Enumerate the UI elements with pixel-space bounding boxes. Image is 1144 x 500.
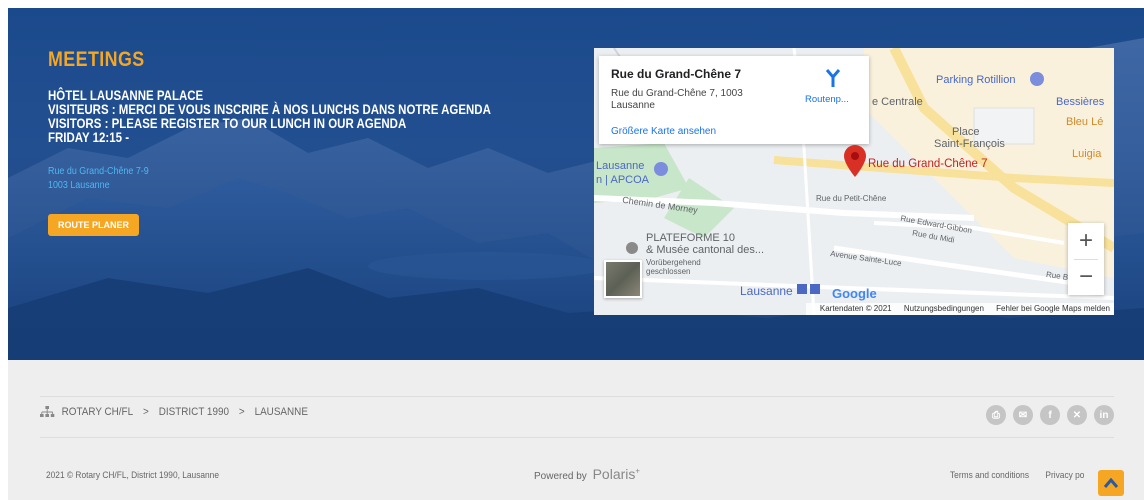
chevron-up-icon xyxy=(1104,478,1118,488)
social-links: ⎙ ✉ f ✕ in xyxy=(979,405,1114,425)
map-label-petit-chene: Rue du Petit-Chêne xyxy=(816,194,887,203)
top-border xyxy=(0,0,1144,8)
meetings-info: MEETINGS HÔTEL LAUSANNE PALACE VISITEURS… xyxy=(48,48,588,236)
email-icon[interactable]: ✉ xyxy=(1013,405,1033,425)
meetings-section: MEETINGS HÔTEL LAUSANNE PALACE VISITEURS… xyxy=(8,8,1144,360)
map-label-apcoa: n | APCOA xyxy=(596,174,649,186)
footer-divider-bottom xyxy=(40,437,1114,438)
google-logo: Google xyxy=(832,286,877,301)
page-footer: ROTARY CH/FL > DISTRICT 1990 > LAUSANNE … xyxy=(0,360,1144,500)
map-label-saint-francois: Saint-François xyxy=(934,138,1005,150)
legal-links: Terms and conditions Privacy po xyxy=(950,470,1099,481)
route-planer-button[interactable]: ROUTE PLANER xyxy=(48,214,140,236)
map-label-centrale: e Centrale xyxy=(872,96,923,108)
parking-icon xyxy=(1030,72,1044,86)
facebook-icon[interactable]: f xyxy=(1040,405,1060,425)
polaris-sup: + xyxy=(635,466,641,476)
meeting-address: Rue du Grand-Chêne 7-9 1003 Lausanne xyxy=(48,164,588,192)
map-label-place: Place xyxy=(952,126,980,138)
map-label-parking: Parking Rotillion xyxy=(936,74,1016,86)
address-city: 1003 Lausanne xyxy=(48,179,110,191)
map-attribution: Kartendaten © 2021 Nutzungsbedingungen F… xyxy=(805,303,1114,315)
xing-icon[interactable]: ✕ xyxy=(1067,405,1087,425)
zoom-in-button[interactable]: + xyxy=(1068,223,1104,259)
sitemap-icon xyxy=(40,406,55,417)
map-terms-link[interactable]: Nutzungsbedingungen xyxy=(904,304,984,313)
directions-icon[interactable] xyxy=(819,68,847,88)
breadcrumb-rotary[interactable]: ROTARY CH/FL xyxy=(62,406,134,418)
parking-icon xyxy=(654,162,668,176)
map-label-plateforme: PLATEFORME 10 xyxy=(646,232,736,244)
map-label-closed-1: Vorübergehend xyxy=(646,258,701,267)
route-planner-link[interactable]: Routenp... xyxy=(805,94,849,105)
map-card-title: Rue du Grand-Chêne 7 xyxy=(611,67,742,81)
meeting-time: FRIDAY 12:15 - xyxy=(48,129,130,145)
map-pin-label: Rue du Grand-Chêne 7 xyxy=(868,158,988,170)
zoom-out-button[interactable]: − xyxy=(1068,259,1104,295)
map-report-link[interactable]: Fehler bei Google Maps melden xyxy=(996,304,1110,313)
polaris-logo[interactable]: Polaris+ xyxy=(593,466,640,482)
breadcrumb-district[interactable]: DISTRICT 1990 xyxy=(159,406,229,418)
breadcrumb-lausanne[interactable]: LAUSANNE xyxy=(255,406,308,418)
map-label-closed-2: geschlossen xyxy=(646,267,691,276)
larger-map-link[interactable]: Größere Karte ansehen xyxy=(611,126,716,137)
address-street: Rue du Grand-Chêne 7-9 xyxy=(48,165,149,177)
map-label-luigia: Luigia xyxy=(1072,148,1102,160)
visitor-notice-en: VISITORS : PLEASE REGISTER TO OUR LUNCH … xyxy=(48,115,407,131)
map-data-credit: Kartendaten © 2021 xyxy=(819,304,892,313)
museum-icon xyxy=(626,242,638,254)
powered-by: Powered by Polaris+ xyxy=(534,466,640,482)
scroll-to-top-button[interactable] xyxy=(1098,470,1124,496)
map-card-address: Rue du Grand-Chêne 7, 1003 Lausanne xyxy=(611,88,743,111)
map-label-lausanne-apcoa: Lausanne xyxy=(596,160,645,172)
zoom-control: + − xyxy=(1068,223,1104,295)
polaris-name: Polaris xyxy=(592,466,636,482)
map-label-musee: & Musée cantonal des... xyxy=(646,244,765,256)
map-info-card: Rue du Grand-Chêne 7 Rue du Grand-Chêne … xyxy=(599,56,869,144)
meetings-title: MEETINGS xyxy=(48,48,145,71)
map-label-bessieres: Bessières xyxy=(1056,96,1105,108)
satellite-toggle[interactable] xyxy=(604,260,642,298)
privacy-link[interactable]: Privacy po xyxy=(1045,470,1084,481)
copyright-text: 2021 © Rotary CH/FL, District 1990, Laus… xyxy=(46,470,219,481)
google-map[interactable]: Parking Rotillion e Centrale Bessières B… xyxy=(594,48,1114,315)
metro-icon xyxy=(797,284,807,294)
powered-by-label: Powered by xyxy=(534,471,587,482)
venue-name: HÔTEL LAUSANNE PALACE xyxy=(48,87,204,103)
breadcrumb: ROTARY CH/FL > DISTRICT 1990 > LAUSANNE xyxy=(40,406,311,418)
map-label-bleu: Bleu Lé xyxy=(1066,116,1104,128)
train-icon xyxy=(810,284,820,294)
visitor-notice-fr: VISITEURS : MERCI DE VOUS INSCRIRE À NOS… xyxy=(48,101,491,117)
location-pin-icon[interactable] xyxy=(844,145,866,177)
breadcrumb-separator: > xyxy=(238,406,245,418)
print-icon[interactable]: ⎙ xyxy=(986,405,1006,425)
terms-link[interactable]: Terms and conditions xyxy=(950,470,1029,481)
breadcrumb-separator: > xyxy=(143,406,149,418)
left-border xyxy=(0,0,8,500)
linkedin-icon[interactable]: in xyxy=(1094,405,1114,425)
google-wordmark: Google xyxy=(832,286,877,301)
footer-divider-top xyxy=(40,396,1114,397)
map-label-lausanne-station: Lausanne xyxy=(740,284,793,298)
